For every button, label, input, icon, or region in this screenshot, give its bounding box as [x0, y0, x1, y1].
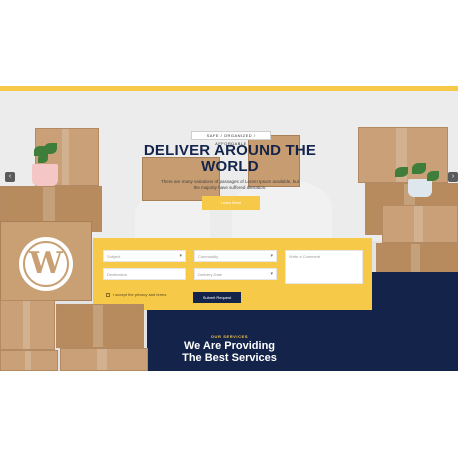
destination-placeholder: Destination	[107, 272, 128, 277]
slider-prev-arrow-icon[interactable]: ‹	[5, 172, 15, 182]
subject-placeholder: Subject	[107, 254, 121, 259]
cardboard-box	[60, 348, 148, 371]
destination-input[interactable]: Destination	[103, 268, 186, 280]
submit-request-button[interactable]: Submit Request	[193, 292, 241, 303]
plant-leaf	[412, 163, 426, 174]
chevron-down-icon: ▾	[179, 253, 182, 259]
cardboard-box	[0, 300, 55, 350]
subject-select[interactable]: Subject ▾	[103, 250, 186, 262]
plant-pot	[32, 164, 58, 186]
hero-title: DELIVER AROUND THE WORLD	[143, 142, 317, 175]
chevron-down-icon: ▾	[270, 253, 273, 259]
learn-more-button[interactable]: Learn More	[202, 196, 260, 210]
services-eyebrow: OUR SERVICES	[210, 334, 249, 339]
services-title: We Are Providing The Best Services	[147, 340, 312, 364]
chevron-down-icon: ▾	[270, 271, 273, 277]
privacy-checkbox-label: I accept the privacy and terms	[113, 292, 167, 297]
hero-badge: SAFE / ORGANIZED / AFFORDABLE	[191, 131, 271, 146]
wordpress-logo-icon: W	[23, 241, 69, 287]
slider-next-arrow-icon[interactable]: ›	[448, 172, 458, 182]
commodity-select[interactable]: Commodity ▾	[194, 250, 277, 262]
hero-text: There are many variations of passages of…	[160, 179, 300, 190]
plant-leaf	[38, 154, 48, 163]
delivery-date-select[interactable]: Delivery Date ▾	[194, 268, 277, 280]
wordpress-logo: W	[19, 237, 73, 291]
comment-textarea[interactable]: Write a Comment	[285, 250, 363, 284]
privacy-checkbox[interactable]	[106, 292, 110, 297]
plant-pot	[408, 179, 432, 197]
cardboard-box	[376, 243, 458, 273]
plant-leaf	[44, 143, 57, 154]
commodity-placeholder: Commodity	[198, 254, 219, 259]
delivery-date-placeholder: Delivery Date	[198, 272, 223, 277]
plant-leaf	[395, 167, 408, 177]
services-title-line-2: The Best Services	[182, 352, 277, 364]
privacy-check-row: I accept the privacy and terms	[106, 292, 166, 297]
page: ‹ › SAFE / ORGANIZED / AFFORDABLE DELIVE…	[0, 0, 458, 458]
cardboard-box	[382, 205, 458, 243]
cardboard-box	[0, 350, 58, 371]
plant-leaf	[427, 171, 439, 181]
services-title-line-1: We Are Providing	[183, 340, 276, 352]
cardboard-box	[56, 304, 144, 348]
